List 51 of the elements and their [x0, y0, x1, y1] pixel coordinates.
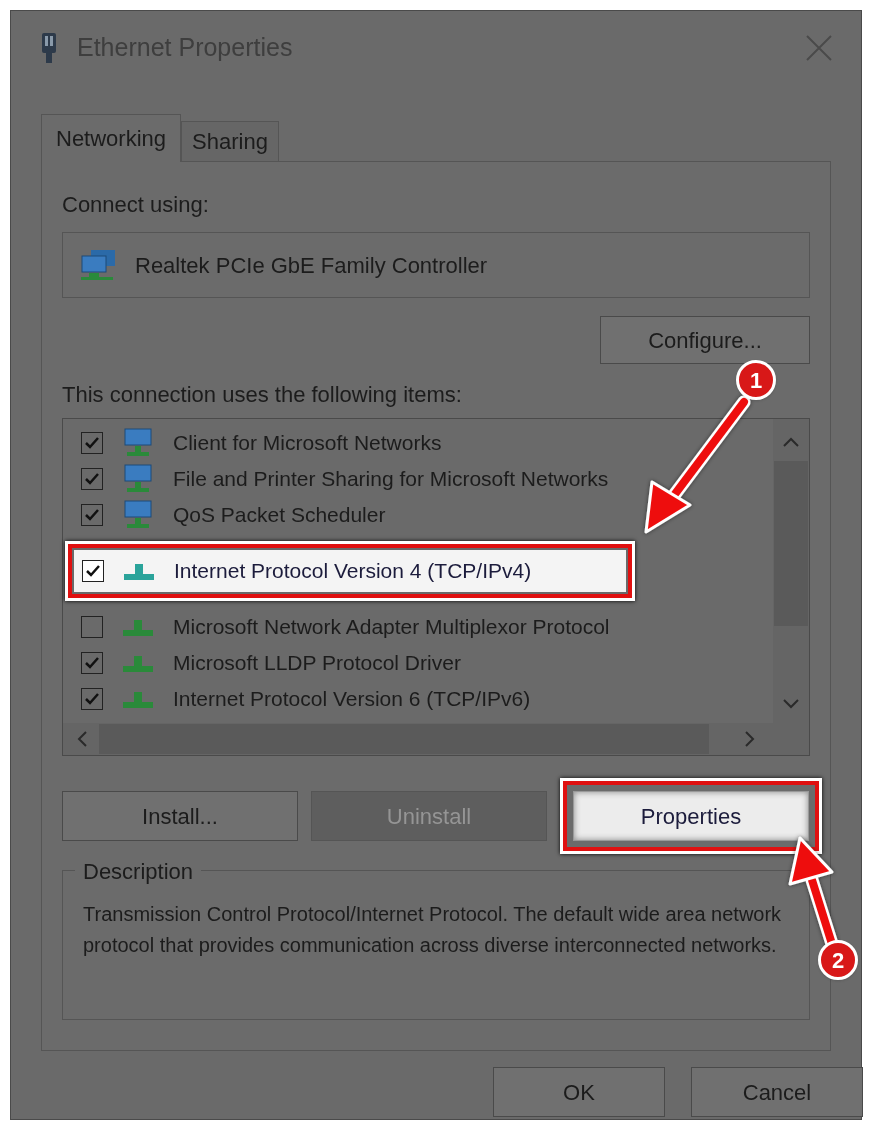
checkbox[interactable] [81, 504, 103, 526]
checkbox[interactable] [81, 616, 103, 638]
configure-button[interactable]: Configure... [600, 316, 810, 364]
computer-network-icon [121, 428, 155, 458]
item-label: Microsoft Network Adapter Multiplexor Protocol [173, 614, 610, 641]
list-row[interactable]: QoS Packet Scheduler [69, 497, 773, 533]
checkbox[interactable] [81, 432, 103, 454]
list-row[interactable]: Client for Microsoft Networks [69, 425, 773, 461]
scrollbar-thumb[interactable] [99, 724, 709, 754]
item-label: Internet Protocol Version 6 (TCP/IPv6) [173, 686, 531, 713]
checkbox[interactable] [81, 652, 103, 674]
check-icon [84, 436, 100, 450]
list-row[interactable]: Internet Protocol Version 6 (TCP/IPv6) [69, 681, 773, 717]
check-icon [84, 656, 100, 670]
description-text: Transmission Control Protocol/Internet Protocol. The default wide area network protocol that provides communication across diverse interconnected networks. [83, 902, 783, 958]
vertical-scrollbar[interactable] [773, 419, 809, 723]
list-row[interactable]: Internet Protocol Version 4 (TCP/IPv4) [74, 550, 626, 592]
computer-network-icon [121, 500, 155, 530]
scroll-left-icon[interactable] [77, 731, 87, 747]
item-label: Internet Protocol Version 4 (TCP/IPv4) [174, 558, 532, 585]
tab[interactable]: Sharing [181, 121, 279, 161]
tab[interactable]: Networking [41, 114, 182, 162]
item-label: QoS Packet Scheduler [173, 502, 386, 529]
plug-icon [39, 31, 59, 65]
list-row[interactable]: Microsoft LLDP Protocol Driver [69, 645, 773, 681]
adapter-name: Realtek PCIe GbE Family Controller [135, 251, 488, 280]
dialog-button[interactable]: Install... [62, 791, 298, 841]
scroll-right-icon[interactable] [745, 731, 755, 747]
dialog-button[interactable]: Cancel [691, 1067, 863, 1117]
item-label: File and Printer Sharing for Microsoft Networks [173, 466, 609, 493]
dialog-button[interactable]: Properties [573, 791, 809, 841]
check-icon [84, 508, 100, 522]
scroll-down-icon[interactable] [783, 699, 799, 709]
horizontal-scrollbar[interactable] [63, 723, 809, 755]
check-icon [84, 472, 100, 486]
scroll-up-icon[interactable] [783, 437, 799, 447]
item-label: Microsoft LLDP Protocol Driver [173, 650, 461, 677]
checkbox[interactable] [82, 560, 104, 582]
computer-network-icon [121, 464, 155, 494]
checkbox[interactable] [81, 468, 103, 490]
list-row[interactable]: Microsoft Network Adapter Multiplexor Protocol [69, 609, 773, 645]
list-row[interactable]: File and Printer Sharing for Microsoft Networks [69, 461, 773, 497]
check-icon [85, 564, 101, 578]
close-icon[interactable] [805, 34, 833, 62]
checkbox[interactable] [81, 688, 103, 710]
dialog-button[interactable]: OK [493, 1067, 665, 1117]
section-label: Connect using: [62, 191, 210, 218]
scrollbar-thumb[interactable] [774, 461, 808, 626]
item-label: Client for Microsoft Networks [173, 430, 442, 457]
section-label: This connection uses the following items: [62, 381, 462, 406]
check-icon [84, 692, 100, 706]
